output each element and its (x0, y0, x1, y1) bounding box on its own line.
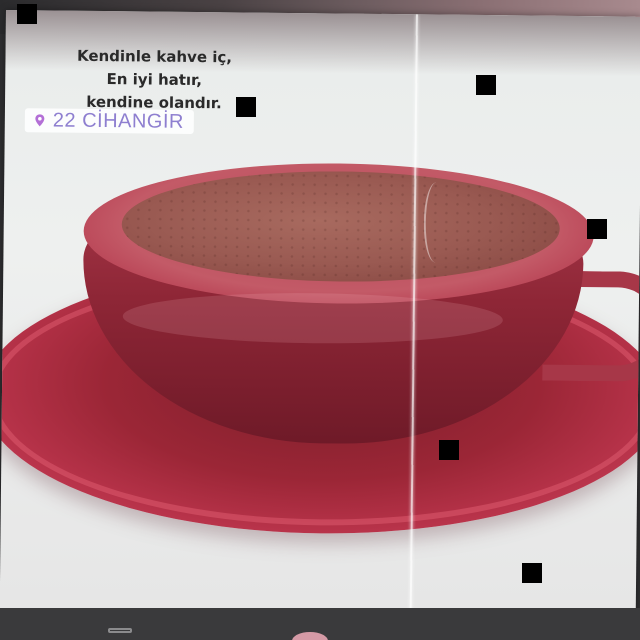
redaction-block (439, 440, 459, 460)
screen: Kendinle kahve iç, En iyi hatır, kendine… (0, 0, 640, 640)
redaction-block (236, 97, 256, 117)
map-pin-icon (35, 114, 45, 127)
location-sticker[interactable]: 22 CİHANGİR (24, 108, 195, 134)
quote-line-2: En iyi hatır, (106, 70, 203, 90)
quote-line-1: Kendinle kahve iç, (76, 46, 233, 67)
menu-icon[interactable] (108, 628, 132, 633)
redaction-block (587, 219, 607, 239)
location-label: 22 CİHANGİR (52, 108, 185, 133)
steam-wisp (423, 182, 449, 263)
redaction-block (476, 75, 496, 95)
redaction-block (522, 563, 542, 583)
story-photo[interactable]: Kendinle kahve iç, En iyi hatır, kendine… (0, 10, 640, 615)
redaction-block (17, 4, 37, 24)
